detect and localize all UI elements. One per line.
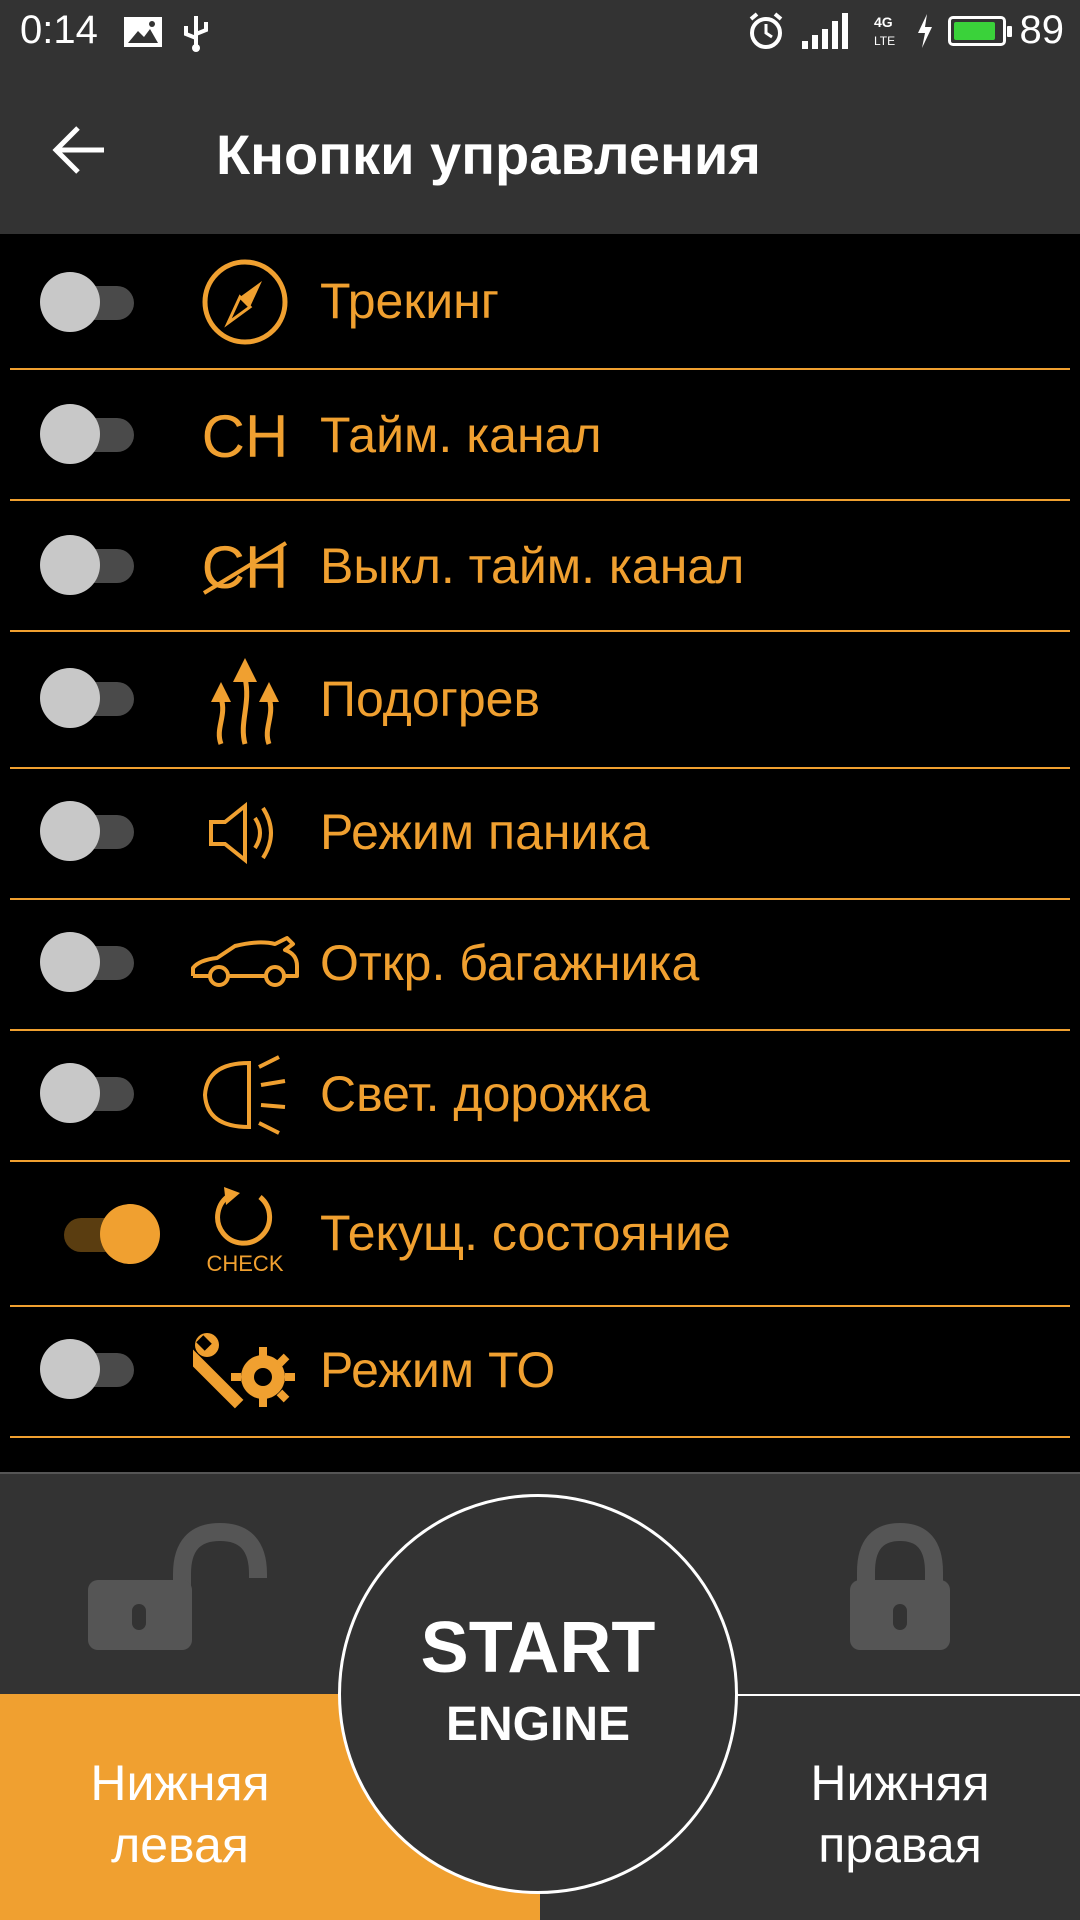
- status-time: 0:14: [20, 8, 98, 52]
- locked-padlock-icon: [850, 1522, 950, 1650]
- charging-bolt-icon: [917, 13, 932, 48]
- trunk-open-toggle[interactable]: [40, 932, 136, 992]
- list-item-label: Режим паника: [320, 804, 650, 860]
- panic-mode-toggle[interactable]: [40, 801, 136, 861]
- list-item-panic-mode[interactable]: Режим паника: [0, 769, 1080, 900]
- arrow-left-icon: [52, 126, 104, 174]
- page-title: Кнопки управления: [216, 123, 761, 186]
- back-button[interactable]: [50, 120, 120, 180]
- ch-strikethrough-icon: CH: [190, 517, 300, 617]
- control-buttons-list: Трекинг CH Тайм. канал CH Выкл. тайм. ка…: [0, 234, 1080, 1438]
- usb-icon: [184, 16, 208, 52]
- battery-percent: 89: [1019, 8, 1065, 52]
- list-item-label: Трекинг: [320, 273, 500, 329]
- app-bar: Кнопки управления: [0, 64, 1080, 234]
- svg-text:LTE: LTE: [874, 34, 895, 48]
- list-item-current-state[interactable]: CHECK Текущ. состояние: [0, 1162, 1080, 1307]
- timer-channel-toggle[interactable]: [40, 404, 136, 464]
- list-item-label: Тайм. канал: [320, 407, 602, 463]
- lte-icon: 4G LTE: [874, 14, 895, 48]
- battery-icon: [947, 15, 1012, 46]
- list-item-label: Откр. багажника: [320, 935, 700, 991]
- list-item-tracking[interactable]: Трекинг: [0, 234, 1080, 370]
- list-item-trunk-open[interactable]: Откр. багажника: [0, 900, 1080, 1031]
- tracking-toggle[interactable]: [40, 272, 136, 332]
- list-item-label: Выкл. тайм. канал: [320, 538, 745, 594]
- wrench-gear-icon: [190, 1321, 300, 1421]
- unlocked-padlock-icon: [88, 1522, 267, 1650]
- svg-text:4G: 4G: [874, 14, 893, 30]
- status-bar: 0:14 4G LTE 89: [0, 0, 1080, 64]
- start-engine-button[interactable]: START ENGINE: [338, 1494, 738, 1894]
- car-trunk-icon: [186, 914, 304, 1014]
- list-item-label: Свет. дорожка: [320, 1066, 650, 1122]
- heating-toggle[interactable]: [40, 668, 136, 728]
- ch-text-icon: CH: [201, 402, 289, 470]
- bottom-right-label: Нижняя правая: [810, 1755, 990, 1873]
- alarm-clock-icon: [749, 11, 782, 49]
- status-notification-icons: [122, 12, 210, 52]
- maintenance-mode-toggle[interactable]: [40, 1339, 136, 1399]
- image-icon: [124, 17, 162, 47]
- timer-channel-off-toggle[interactable]: [40, 535, 136, 595]
- current-state-toggle[interactable]: [40, 1204, 160, 1264]
- list-item-timer-channel-off[interactable]: CH Выкл. тайм. канал: [0, 501, 1080, 632]
- compass-icon: [190, 252, 300, 352]
- status-system-icons: 4G LTE 89: [746, 8, 1065, 53]
- signal-strength-icon: [801, 12, 848, 49]
- headlight-icon: [190, 1045, 300, 1145]
- list-item-label: Режим ТО: [320, 1342, 556, 1398]
- light-path-toggle[interactable]: [40, 1063, 136, 1123]
- speaker-icon: [190, 783, 300, 883]
- heat-arrows-icon: [190, 650, 300, 750]
- list-item-label: Подогрев: [320, 671, 541, 727]
- start-engine-sub-label: ENGINE: [445, 1698, 631, 1751]
- battery-level-fill: [953, 21, 995, 40]
- list-item-timer-channel[interactable]: CH Тайм. канал: [0, 370, 1080, 501]
- start-engine-main-label: START: [420, 1608, 656, 1688]
- list-item-label: Текущ. состояние: [320, 1205, 731, 1261]
- list-item-maintenance-mode[interactable]: Режим ТО: [0, 1307, 1080, 1438]
- check-refresh-icon: CHECK: [190, 1180, 300, 1280]
- bottom-control-panel: Нижняя левая Нижняя правая START ENGINE: [0, 1472, 1080, 1920]
- list-item-heating[interactable]: Подогрев: [0, 632, 1080, 769]
- list-item-light-path[interactable]: Свет. дорожка: [0, 1031, 1080, 1162]
- bottom-left-label: Нижняя левая: [90, 1755, 270, 1873]
